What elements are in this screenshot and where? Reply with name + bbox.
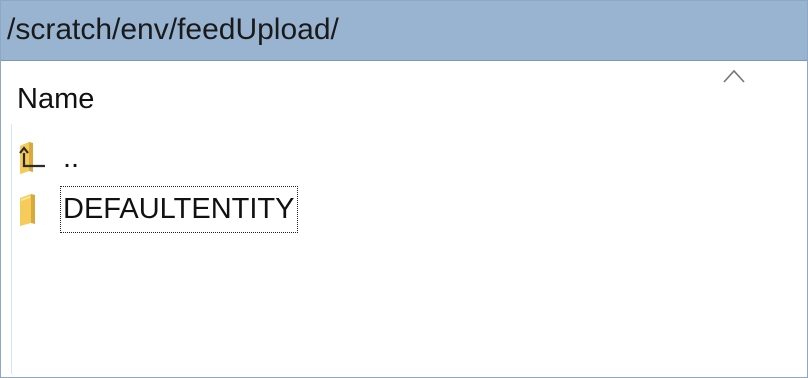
list-item-label: DEFAULTENTITY: [60, 186, 298, 233]
list-item-folder[interactable]: DEFAULTENTITY: [17, 186, 517, 233]
column-header-label: Name: [17, 83, 95, 115]
column-header-name[interactable]: Name: [1, 62, 807, 122]
sort-ascending-icon: [723, 69, 745, 83]
folder-up-icon: [19, 142, 45, 174]
file-list[interactable]: Name .. DEFAULTENTITY: [1, 62, 807, 377]
list-item-parent-directory[interactable]: ..: [17, 135, 517, 181]
file-browser-pane: /scratch/env/feedUpload/ Name .. DEFAULT…: [0, 0, 808, 378]
list-item-label: ..: [63, 142, 80, 174]
current-path: /scratch/env/feedUpload/: [7, 13, 339, 46]
list-gutter-divider: [11, 124, 12, 374]
folder-icon: [20, 194, 35, 226]
path-bar[interactable]: /scratch/env/feedUpload/: [1, 1, 807, 61]
